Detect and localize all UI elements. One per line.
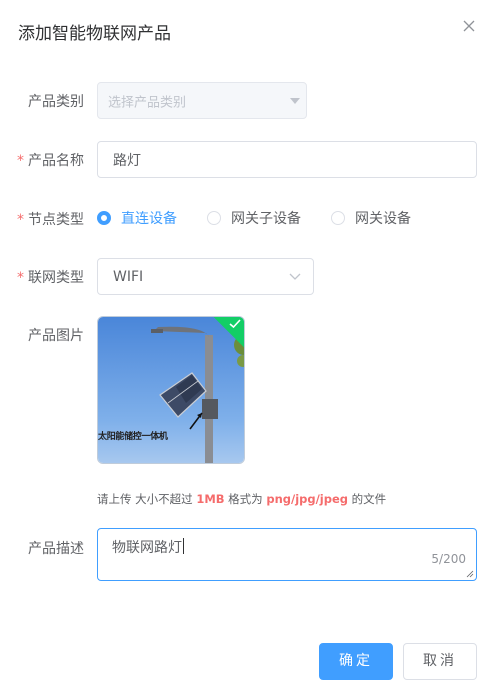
caret-down-icon xyxy=(290,97,300,104)
description-label: 产品描述 xyxy=(28,541,84,557)
name-label: * 产品名称 xyxy=(17,153,84,169)
required-mark: * xyxy=(17,153,24,169)
cancel-button[interactable]: 取消 xyxy=(403,643,477,680)
text-cursor xyxy=(183,538,184,554)
required-mark: * xyxy=(17,270,24,286)
radio-direct-device[interactable]: 直连设备 xyxy=(97,208,177,228)
radio-circle-icon xyxy=(331,211,345,225)
close-icon[interactable] xyxy=(459,16,479,36)
category-select[interactable]: 选择产品类别 xyxy=(97,82,307,119)
radio-gateway-subdevice[interactable]: 网关子设备 xyxy=(207,208,301,228)
dialog-title: 添加智能物联网产品 xyxy=(18,24,171,44)
category-label: 产品类别 xyxy=(28,94,84,110)
product-image[interactable]: 太阳能储控一体机 xyxy=(97,316,245,464)
image-caption: 太阳能储控一体机 xyxy=(98,432,168,442)
size-limit: 1MB xyxy=(196,492,225,506)
check-icon xyxy=(229,319,241,329)
format-list: png/jpg/jpeg xyxy=(266,492,349,506)
category-placeholder: 选择产品类别 xyxy=(108,95,187,110)
radio-gateway-device[interactable]: 网关设备 xyxy=(331,208,411,228)
product-name-input[interactable]: 路灯 xyxy=(97,141,477,178)
char-counter: 5/200 xyxy=(431,552,466,566)
required-mark: * xyxy=(17,212,24,228)
image-label: 产品图片 xyxy=(28,328,84,344)
confirm-button[interactable]: 确定 xyxy=(319,643,393,680)
description-textarea[interactable]: 物联网路灯 5/200 xyxy=(97,528,477,581)
upload-hint: 请上传 大小不超过 1MB 格式为 png/jpg/jpeg 的文件 xyxy=(97,492,387,506)
network-type-select[interactable]: WIFI xyxy=(97,258,314,295)
radio-circle-icon xyxy=(207,211,221,225)
radio-circle-icon xyxy=(97,211,111,225)
node-type-label: * 节点类型 xyxy=(17,212,84,228)
add-product-dialog: 添加智能物联网产品 产品类别 选择产品类别 * 产品名称 路灯 * 节点类型 直连设… xyxy=(0,0,495,695)
network-type-value: WIFI xyxy=(113,268,144,285)
product-name-value: 路灯 xyxy=(113,152,141,169)
description-value: 物联网路灯 xyxy=(112,540,182,556)
chevron-down-icon xyxy=(289,273,301,280)
network-type-label: * 联网类型 xyxy=(17,270,84,286)
resize-handle-icon[interactable] xyxy=(466,570,474,578)
